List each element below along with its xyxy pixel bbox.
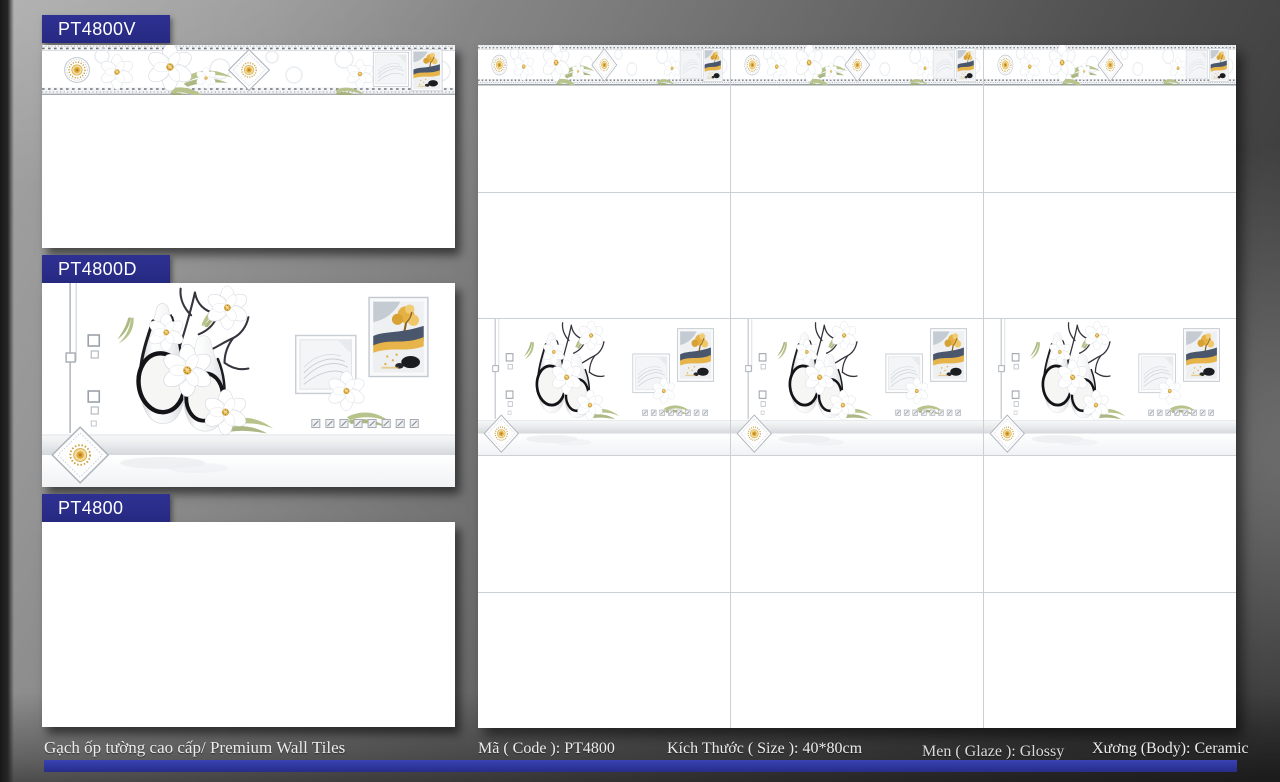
- wall-border-tile: [984, 45, 1236, 85]
- footer-accent-bar: [44, 760, 1237, 772]
- wall-plain-tile: [731, 86, 983, 192]
- border-strip-artwork: [42, 45, 455, 95]
- product-code-plaque-d: PT4800D: [42, 255, 170, 283]
- wall-plain-tile: [731, 593, 983, 728]
- decor-tile-artwork: [42, 283, 455, 487]
- left-dark-edge: [0, 0, 14, 782]
- footer-tagline: Gạch ốp tường cao cấp/ Premium Wall Tile…: [44, 738, 345, 758]
- wall-plain-tile: [984, 593, 1236, 728]
- wall-plain-tile: [478, 86, 730, 192]
- product-code-plaque-plain: PT4800: [42, 494, 170, 522]
- wall-border-tile: [478, 45, 730, 85]
- wall-mockup: [478, 45, 1236, 728]
- wall-plain-tile: [478, 593, 730, 728]
- wall-plain-tile: [731, 193, 983, 318]
- tile-sample-pt4800d: [42, 283, 455, 487]
- product-code-label: PT4800D: [58, 259, 137, 280]
- footer-size-spec: Kích Thước ( Size ): 40*80cm: [667, 740, 862, 758]
- footer-glaze-spec: Men ( Glaze ): Glossy: [922, 743, 1064, 761]
- footer-body-spec: Xương (Body): Ceramic: [1092, 740, 1249, 758]
- product-code-label: PT4800: [58, 498, 123, 519]
- wall-tile-grid: [478, 45, 1236, 728]
- wall-decor-tile: [984, 319, 1236, 455]
- wall-plain-tile: [984, 193, 1236, 318]
- footer-product-code: Mã ( Code ): PT4800: [478, 740, 615, 758]
- catalog-page: PT4800V PT4800D PT4800: [0, 0, 1280, 782]
- product-code-plaque-v: PT4800V: [42, 15, 170, 43]
- wall-plain-tile: [984, 456, 1236, 592]
- wall-plain-tile: [478, 193, 730, 318]
- wall-decor-tile: [478, 319, 730, 455]
- product-code-label: PT4800V: [58, 19, 136, 40]
- wall-plain-tile: [731, 456, 983, 592]
- wall-decor-tile: [731, 319, 983, 455]
- wall-plain-tile: [478, 456, 730, 592]
- wall-border-tile: [731, 45, 983, 85]
- tile-sample-pt4800v: [42, 45, 455, 248]
- wall-plain-tile: [984, 86, 1236, 192]
- tile-sample-pt4800: [42, 522, 455, 727]
